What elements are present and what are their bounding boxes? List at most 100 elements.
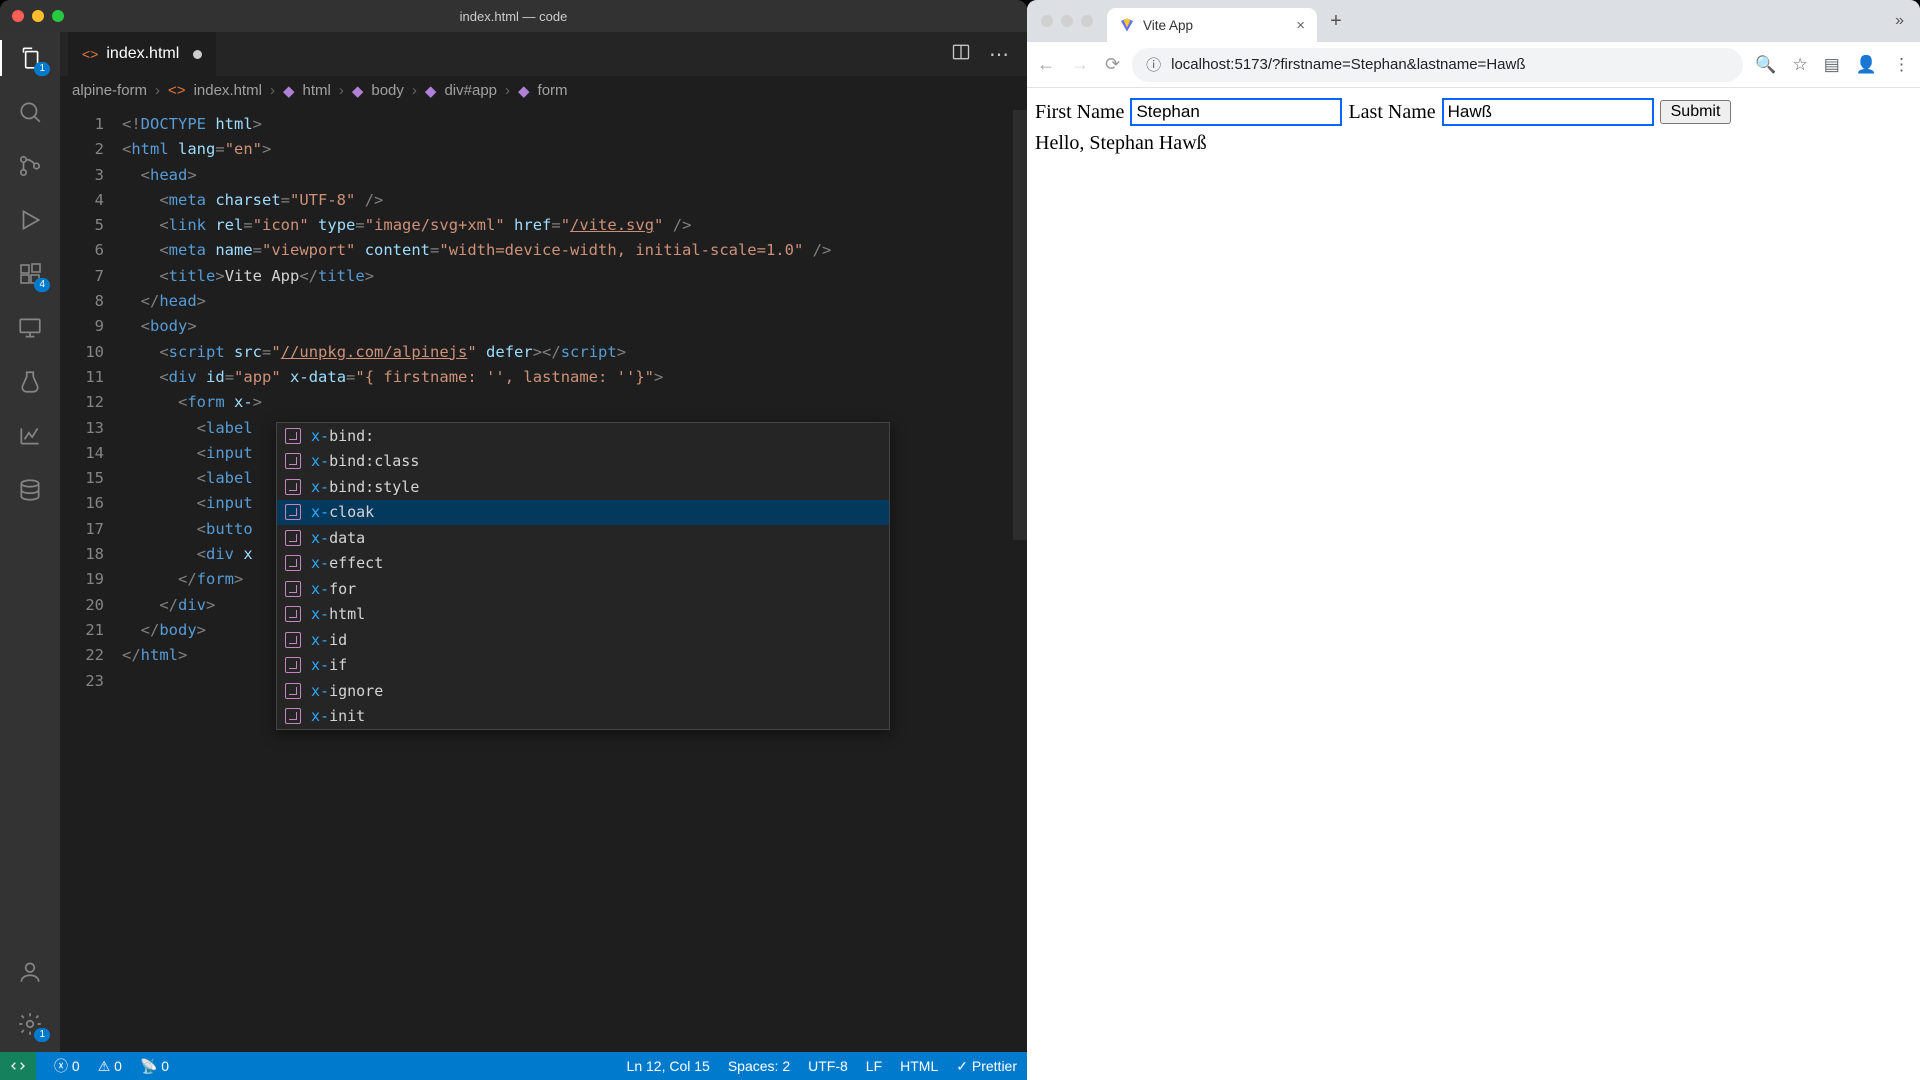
extensions-icon[interactable]: 4 — [16, 260, 44, 288]
suggest-item[interactable]: x-ignore — [277, 678, 889, 704]
explorer-icon[interactable]: 1 — [16, 44, 44, 72]
address-bar[interactable]: ⓘ localhost:5173/?firstname=Stephan&last… — [1132, 48, 1743, 82]
breadcrumb-item[interactable]: body — [371, 82, 404, 99]
database-icon[interactable] — [16, 476, 44, 504]
tab-close-icon[interactable]: × — [1296, 17, 1305, 34]
suggest-item[interactable]: x-bind:class — [277, 449, 889, 475]
suggest-label: x-data — [311, 529, 365, 547]
breadcrumb-item[interactable]: alpine-form — [72, 82, 147, 99]
zoom-window-icon[interactable] — [52, 10, 64, 22]
browser-tabstrip: Vite App × + » — [1027, 0, 1920, 42]
breadcrumb-item[interactable]: form — [538, 82, 568, 99]
suggest-item[interactable]: x-for — [277, 576, 889, 602]
suggest-label: x-bind:class — [311, 452, 419, 470]
greeting-text: Hello, Stephan Hawß — [1035, 132, 1912, 155]
site-info-icon[interactable]: ⓘ — [1146, 54, 1161, 75]
vscode-statusbar: ⓧ 0 ⚠ 0 📡 0 Ln 12, Col 15 Spaces: 2 UTF-… — [0, 1052, 1027, 1080]
intellisense-popup[interactable]: x-bind: x-bind:class x-bind:style x-cloak x-… — [276, 422, 890, 730]
graph-icon[interactable] — [16, 422, 44, 450]
input-lastname[interactable] — [1442, 98, 1654, 126]
status-language[interactable]: HTML — [900, 1058, 938, 1074]
property-icon — [285, 683, 301, 699]
suggest-item[interactable]: x-effect — [277, 551, 889, 577]
browser-tab[interactable]: Vite App × — [1107, 8, 1317, 42]
nav-back-icon[interactable]: ← — [1037, 54, 1055, 75]
browser-window: Vite App × + » ← → ⟳ ⓘ localhost:5173/?f… — [1027, 0, 1920, 1080]
property-icon — [285, 657, 301, 673]
suggest-label: x-for — [311, 580, 356, 598]
code-editor[interactable]: 1234567891011121314151617181920212223 <!… — [60, 106, 1027, 1052]
suggest-item[interactable]: x-html — [277, 602, 889, 628]
status-warnings[interactable]: ⚠ 0 — [98, 1058, 122, 1075]
profile-avatar-icon[interactable]: 👤 — [1856, 55, 1877, 75]
browser-toolbar: ← → ⟳ ⓘ localhost:5173/?firstname=Stepha… — [1027, 42, 1920, 88]
tab-index-html[interactable]: <> index.html — [68, 32, 216, 76]
remote-indicator-icon[interactable] — [0, 1052, 36, 1080]
suggest-label: x-id — [311, 631, 347, 649]
split-editor-icon[interactable] — [951, 42, 971, 67]
nav-forward-icon[interactable]: → — [1071, 54, 1089, 75]
tabstrip-chevron-icon[interactable]: » — [1887, 12, 1912, 30]
vscode-titlebar: index.html — code — [0, 0, 1027, 32]
browser-menu-icon[interactable]: ⋮ — [1893, 55, 1910, 75]
testing-icon[interactable] — [16, 368, 44, 396]
new-tab-icon[interactable]: + — [1321, 6, 1351, 36]
status-eol[interactable]: LF — [866, 1058, 882, 1074]
submit-button[interactable]: Submit — [1660, 100, 1732, 124]
property-icon — [285, 606, 301, 622]
property-icon — [285, 632, 301, 648]
suggest-item[interactable]: x-bind: — [277, 423, 889, 449]
suggest-item[interactable]: x-data — [277, 525, 889, 551]
label-firstname: First Name — [1035, 101, 1124, 124]
suggest-item[interactable]: x-id — [277, 627, 889, 653]
breadcrumb-item[interactable]: index.html — [194, 82, 262, 99]
property-icon — [285, 530, 301, 546]
suggest-item[interactable]: x-bind:style — [277, 474, 889, 500]
search-icon[interactable] — [16, 98, 44, 126]
remote-explorer-icon[interactable] — [16, 314, 44, 342]
status-ports[interactable]: 📡 0 — [140, 1058, 169, 1075]
zoom-icon[interactable]: 🔍 — [1755, 55, 1776, 75]
suggest-item[interactable]: x-init — [277, 704, 889, 730]
property-icon — [285, 453, 301, 469]
demo-form: First Name Last Name Submit — [1035, 98, 1912, 126]
settings-badge: 1 — [34, 1028, 50, 1042]
browser-zoom-icon[interactable] — [1081, 15, 1093, 27]
minimize-window-icon[interactable] — [32, 10, 44, 22]
account-icon[interactable] — [16, 958, 44, 986]
settings-gear-icon[interactable]: 1 — [16, 1010, 44, 1038]
status-encoding[interactable]: UTF-8 — [808, 1058, 848, 1074]
suggest-item[interactable]: x-cloak — [277, 500, 889, 526]
input-firstname[interactable] — [1130, 98, 1342, 126]
close-window-icon[interactable] — [12, 10, 24, 22]
status-cursor[interactable]: Ln 12, Col 15 — [627, 1058, 710, 1074]
vscode-window: index.html — code 1 — [0, 0, 1027, 1080]
status-spaces[interactable]: Spaces: 2 — [728, 1058, 790, 1074]
bookmark-star-icon[interactable]: ☆ — [1793, 55, 1808, 75]
suggest-label: x-cloak — [311, 503, 374, 521]
url-text: localhost:5173/?firstname=Stephan&lastna… — [1171, 56, 1525, 73]
more-actions-icon[interactable]: ⋯ — [989, 42, 1011, 67]
page-content: First Name Last Name Submit Hello, Steph… — [1027, 88, 1920, 1080]
line-gutter: 1234567891011121314151617181920212223 — [60, 106, 122, 1052]
nav-reload-icon[interactable]: ⟳ — [1105, 54, 1120, 75]
source-control-icon[interactable] — [16, 152, 44, 180]
breadcrumbs[interactable]: alpine-form› <>index.html› ◆html› ◆body›… — [60, 76, 1027, 106]
browser-close-icon[interactable] — [1041, 15, 1053, 27]
breadcrumb-item[interactable]: div#app — [444, 82, 497, 99]
code-content[interactable]: <!DOCTYPE html> <html lang="en"> <head> … — [122, 106, 1027, 1052]
breadcrumb-item[interactable]: html — [302, 82, 330, 99]
extensions-badge: 4 — [34, 278, 50, 292]
property-icon — [285, 479, 301, 495]
property-icon — [285, 581, 301, 597]
status-prettier[interactable]: ✓ Prettier — [956, 1058, 1017, 1075]
run-debug-icon[interactable] — [16, 206, 44, 234]
browser-minimize-icon[interactable] — [1061, 15, 1073, 27]
suggest-item[interactable]: x-if — [277, 653, 889, 679]
status-errors[interactable]: ⓧ 0 — [54, 1056, 80, 1076]
suggest-label: x-html — [311, 605, 365, 623]
editor-tabbar: <> index.html ⋯ — [60, 32, 1027, 76]
property-icon — [285, 504, 301, 520]
reading-list-icon[interactable]: ▤ — [1824, 55, 1840, 75]
tab-filename: index.html — [106, 45, 179, 63]
